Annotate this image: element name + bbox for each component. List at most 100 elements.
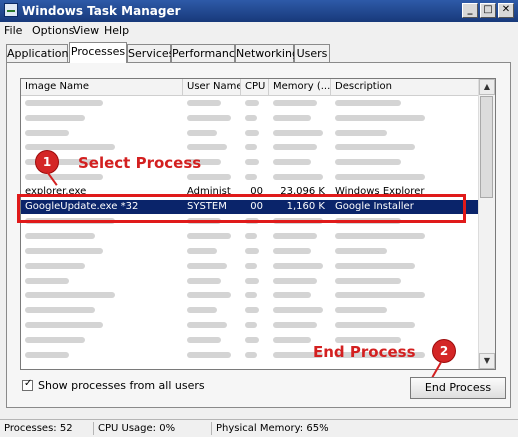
redacted-text bbox=[335, 233, 425, 240]
redacted-text bbox=[245, 322, 257, 328]
redacted-text bbox=[335, 307, 387, 314]
selection-highlight-box bbox=[17, 194, 466, 223]
redacted-text bbox=[25, 114, 85, 121]
cell-image bbox=[21, 126, 183, 140]
redacted-text bbox=[25, 233, 95, 240]
redacted-text bbox=[273, 144, 317, 151]
process-row[interactable] bbox=[21, 111, 481, 125]
cell-user bbox=[183, 111, 241, 125]
process-row[interactable] bbox=[21, 288, 481, 302]
column-memory[interactable]: Memory (... bbox=[269, 79, 331, 95]
column-user-name[interactable]: User Name bbox=[183, 79, 241, 95]
redacted-text bbox=[245, 307, 259, 314]
process-row[interactable] bbox=[21, 318, 481, 332]
close-button[interactable]: ✕ bbox=[498, 3, 514, 18]
redacted-text bbox=[187, 233, 231, 240]
redacted-text bbox=[335, 262, 415, 269]
vertical-scrollbar[interactable]: ▲ ▼ bbox=[478, 79, 495, 369]
process-row[interactable] bbox=[21, 229, 481, 243]
tab-services[interactable]: Services bbox=[127, 44, 174, 62]
cell-memory bbox=[269, 318, 331, 332]
cell-image bbox=[21, 244, 183, 258]
cell-cpu bbox=[241, 229, 269, 243]
redacted-text bbox=[273, 307, 323, 314]
menu-view[interactable]: View bbox=[73, 24, 99, 37]
redacted-text bbox=[273, 292, 311, 299]
tab-performance[interactable]: Performance bbox=[171, 44, 242, 62]
process-row[interactable] bbox=[21, 244, 481, 258]
cell-cpu bbox=[241, 111, 269, 125]
scroll-thumb[interactable] bbox=[480, 96, 493, 198]
redacted-text bbox=[273, 174, 323, 180]
menu-file[interactable]: File bbox=[4, 24, 22, 37]
maximize-button[interactable]: □ bbox=[480, 3, 496, 18]
redacted-text bbox=[187, 144, 227, 151]
menu-options[interactable]: Options bbox=[32, 24, 74, 37]
scroll-up-icon[interactable]: ▲ bbox=[479, 79, 495, 95]
redacted-text bbox=[187, 322, 227, 328]
cell-cpu bbox=[241, 126, 269, 140]
minimize-button[interactable]: _ bbox=[462, 3, 478, 18]
tab-applications[interactable]: Applications bbox=[6, 44, 74, 62]
process-row[interactable] bbox=[21, 170, 481, 184]
redacted-text bbox=[245, 144, 257, 151]
status-cpu-usage: CPU Usage: 0% bbox=[94, 422, 212, 435]
scroll-down-icon[interactable]: ▼ bbox=[479, 353, 495, 369]
redacted-text bbox=[335, 322, 415, 328]
cell-desc bbox=[331, 96, 481, 110]
cell-image bbox=[21, 259, 183, 273]
title-bar: Windows Task Manager _ □ ✕ bbox=[0, 0, 518, 22]
redacted-text bbox=[25, 307, 95, 314]
process-row[interactable] bbox=[21, 303, 481, 317]
column-description[interactable]: Description bbox=[331, 79, 481, 95]
cell-memory bbox=[269, 244, 331, 258]
redacted-text bbox=[25, 100, 103, 106]
process-list[interactable]: Image Name User Name CPU Memory (... Des… bbox=[20, 78, 496, 370]
step-2-badge: 2 bbox=[433, 340, 455, 362]
redacted-text bbox=[245, 292, 257, 299]
redacted-text bbox=[245, 336, 259, 343]
cell-memory bbox=[269, 229, 331, 243]
process-row[interactable] bbox=[21, 274, 481, 288]
process-row[interactable] bbox=[21, 96, 481, 110]
tab-processes[interactable]: Processes bbox=[69, 42, 127, 63]
status-physical-memory: Physical Memory: 65% bbox=[216, 423, 329, 434]
cell-desc bbox=[331, 303, 481, 317]
redacted-text bbox=[335, 144, 415, 151]
cell-cpu bbox=[241, 333, 269, 347]
cell-cpu bbox=[241, 244, 269, 258]
cell-user bbox=[183, 96, 241, 110]
process-row[interactable] bbox=[21, 126, 481, 140]
cell-desc bbox=[331, 288, 481, 302]
end-process-button[interactable]: End Process bbox=[410, 377, 506, 399]
show-all-users-checkbox[interactable] bbox=[22, 378, 33, 391]
cell-memory bbox=[269, 288, 331, 302]
cell-user bbox=[183, 140, 241, 154]
cell-image bbox=[21, 288, 183, 302]
cell-memory bbox=[269, 140, 331, 154]
menu-help[interactable]: Help bbox=[104, 24, 129, 37]
redacted-text bbox=[245, 233, 257, 240]
redacted-text bbox=[187, 307, 217, 314]
column-cpu[interactable]: CPU bbox=[241, 79, 269, 95]
redacted-text bbox=[245, 248, 259, 254]
redacted-text bbox=[187, 174, 231, 180]
redacted-text bbox=[335, 292, 425, 299]
cell-cpu bbox=[241, 96, 269, 110]
menu-bar: File Options View Help bbox=[0, 22, 518, 40]
cell-user bbox=[183, 318, 241, 332]
redacted-text bbox=[335, 277, 401, 284]
redacted-text bbox=[187, 277, 221, 284]
redacted-text bbox=[245, 100, 259, 106]
redacted-text bbox=[187, 248, 217, 254]
tab-users[interactable]: Users bbox=[294, 44, 330, 62]
cell-desc bbox=[331, 318, 481, 332]
cell-desc bbox=[331, 140, 481, 154]
process-row[interactable] bbox=[21, 140, 481, 154]
tab-networking[interactable]: Networking bbox=[235, 44, 299, 62]
redacted-text bbox=[273, 248, 311, 254]
process-row[interactable] bbox=[21, 259, 481, 273]
redacted-text bbox=[245, 262, 257, 269]
column-image-name[interactable]: Image Name bbox=[21, 79, 183, 95]
redacted-text bbox=[25, 248, 103, 254]
